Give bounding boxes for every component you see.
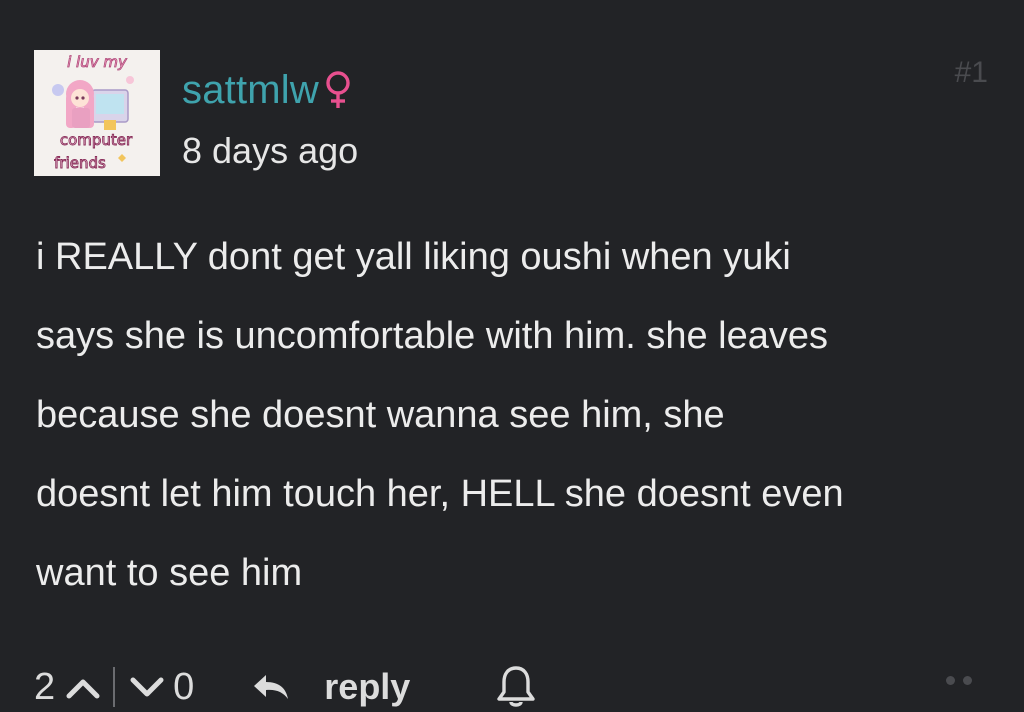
post-number[interactable]: #1: [955, 56, 988, 90]
chevron-up-icon: [66, 679, 100, 699]
comment-body-line: want to see him: [36, 552, 303, 594]
comment-body-line: doesnt let him touch her, HELL she doesn…: [36, 473, 844, 515]
svg-text:i luv my: i luv my: [67, 53, 128, 71]
notify-button[interactable]: [494, 664, 538, 710]
timestamp: 8 days ago: [182, 130, 359, 171]
comment-card: i luv my computer friends sattmlw 8 days…: [0, 0, 1024, 708]
bell-icon: [497, 666, 536, 707]
comment-actions: 2 0 reply: [34, 662, 538, 712]
svg-text:friends: friends: [54, 154, 106, 172]
comment-body: i REALLY dont get yall liking oushi when…: [36, 218, 996, 613]
reply-arrow-icon: [254, 675, 289, 699]
chevron-down-icon: [130, 677, 164, 697]
vote-divider: [113, 667, 116, 707]
avatar[interactable]: i luv my computer friends: [34, 50, 160, 176]
female-symbol-icon: [323, 70, 353, 115]
comment-body-line: says she is uncomfortable with him. she …: [36, 315, 829, 357]
comment-body-line: i REALLY dont get yall liking oushi when…: [36, 236, 791, 278]
username-link[interactable]: sattmlw: [182, 68, 319, 113]
svg-text:computer: computer: [60, 131, 133, 149]
comment-body-line: because she doesnt wanna see him, she: [36, 394, 725, 436]
reply-label: reply: [324, 666, 411, 707]
upvote-button[interactable]: [65, 674, 101, 700]
username-row: sattmlw: [182, 66, 353, 115]
more-dot: [946, 676, 955, 685]
more-dot: [963, 676, 972, 685]
upvote-count: 2: [34, 665, 56, 708]
downvote-button[interactable]: [129, 674, 165, 700]
reply-button[interactable]: reply: [252, 666, 410, 708]
avatar-image: i luv my computer friends: [34, 50, 160, 176]
more-options-button[interactable]: [946, 676, 972, 685]
downvote-count: 0: [173, 665, 195, 708]
